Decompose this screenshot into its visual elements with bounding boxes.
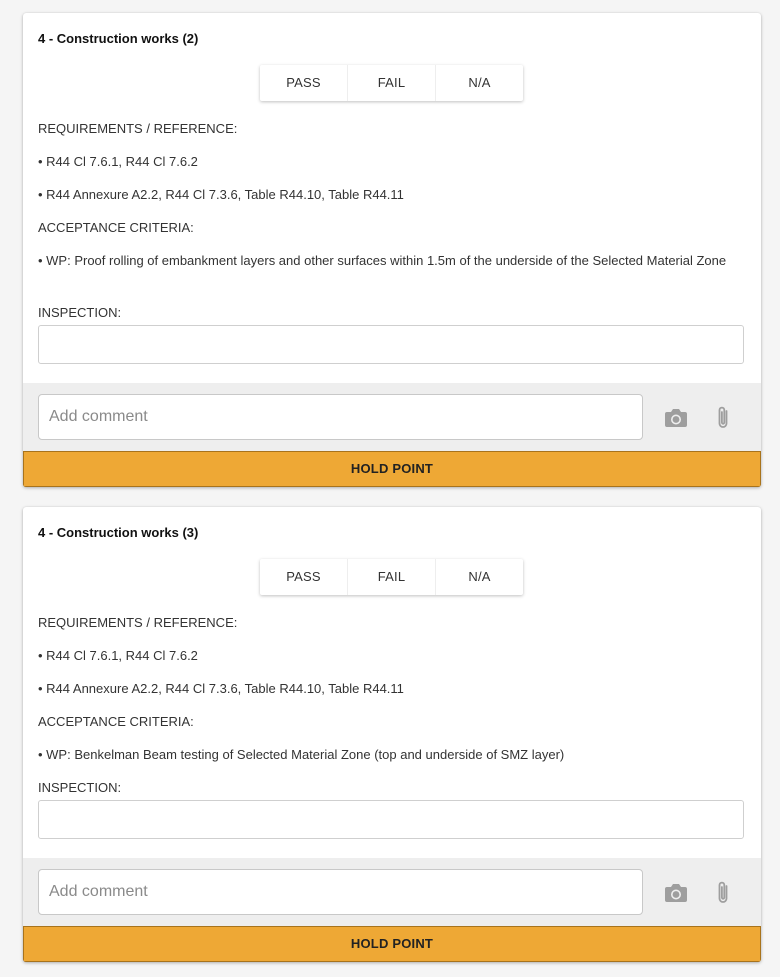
checklist-card: 4 - Construction works (3) PASS FAIL N/A…	[23, 507, 761, 962]
comment-input[interactable]	[38, 869, 643, 915]
result-toggle-group: PASS FAIL N/A	[260, 559, 523, 595]
requirement-item: • R44 Annexure A2.2, R44 Cl 7.3.6, Table…	[38, 187, 404, 202]
acceptance-heading: ACCEPTANCE CRITERIA:	[38, 220, 194, 235]
requirement-item: • R44 Annexure A2.2, R44 Cl 7.3.6, Table…	[38, 681, 404, 696]
acceptance-criteria-text: • WP: Benkelman Beam testing of Selected…	[38, 747, 565, 762]
pass-button[interactable]: PASS	[260, 559, 347, 595]
comment-footer	[23, 383, 761, 451]
inspection-field[interactable]	[38, 325, 744, 364]
fail-button[interactable]: FAIL	[347, 65, 435, 101]
inspection-heading: INSPECTION:	[38, 780, 122, 795]
hold-point-bar: HOLD POINT	[23, 926, 761, 962]
checklist-card: 4 - Construction works (2) PASS FAIL N/A…	[23, 13, 761, 487]
comment-input[interactable]	[38, 394, 643, 440]
requirements-heading: REQUIREMENTS / REFERENCE:	[38, 121, 238, 136]
na-button[interactable]: N/A	[435, 65, 523, 101]
result-toggle-group: PASS FAIL N/A	[260, 65, 523, 101]
card-title: 4 - Construction works (2)	[38, 31, 199, 46]
paperclip-icon[interactable]	[710, 405, 736, 431]
camera-icon[interactable]	[663, 880, 689, 906]
fail-button[interactable]: FAIL	[347, 559, 435, 595]
pass-button[interactable]: PASS	[260, 65, 347, 101]
acceptance-heading: ACCEPTANCE CRITERIA:	[38, 714, 194, 729]
paperclip-icon[interactable]	[710, 880, 736, 906]
requirements-heading: REQUIREMENTS / REFERENCE:	[38, 615, 238, 630]
requirement-item: • R44 Cl 7.6.1, R44 Cl 7.6.2	[38, 648, 198, 663]
inspection-field[interactable]	[38, 800, 744, 839]
acceptance-criteria-text: • WP: Proof rolling of embankment layers…	[38, 253, 727, 268]
camera-icon[interactable]	[663, 405, 689, 431]
inspection-heading: INSPECTION:	[38, 305, 122, 320]
card-title: 4 - Construction works (3)	[38, 525, 199, 540]
na-button[interactable]: N/A	[435, 559, 523, 595]
requirement-item: • R44 Cl 7.6.1, R44 Cl 7.6.2	[38, 154, 198, 169]
hold-point-bar: HOLD POINT	[23, 451, 761, 487]
comment-footer	[23, 858, 761, 926]
